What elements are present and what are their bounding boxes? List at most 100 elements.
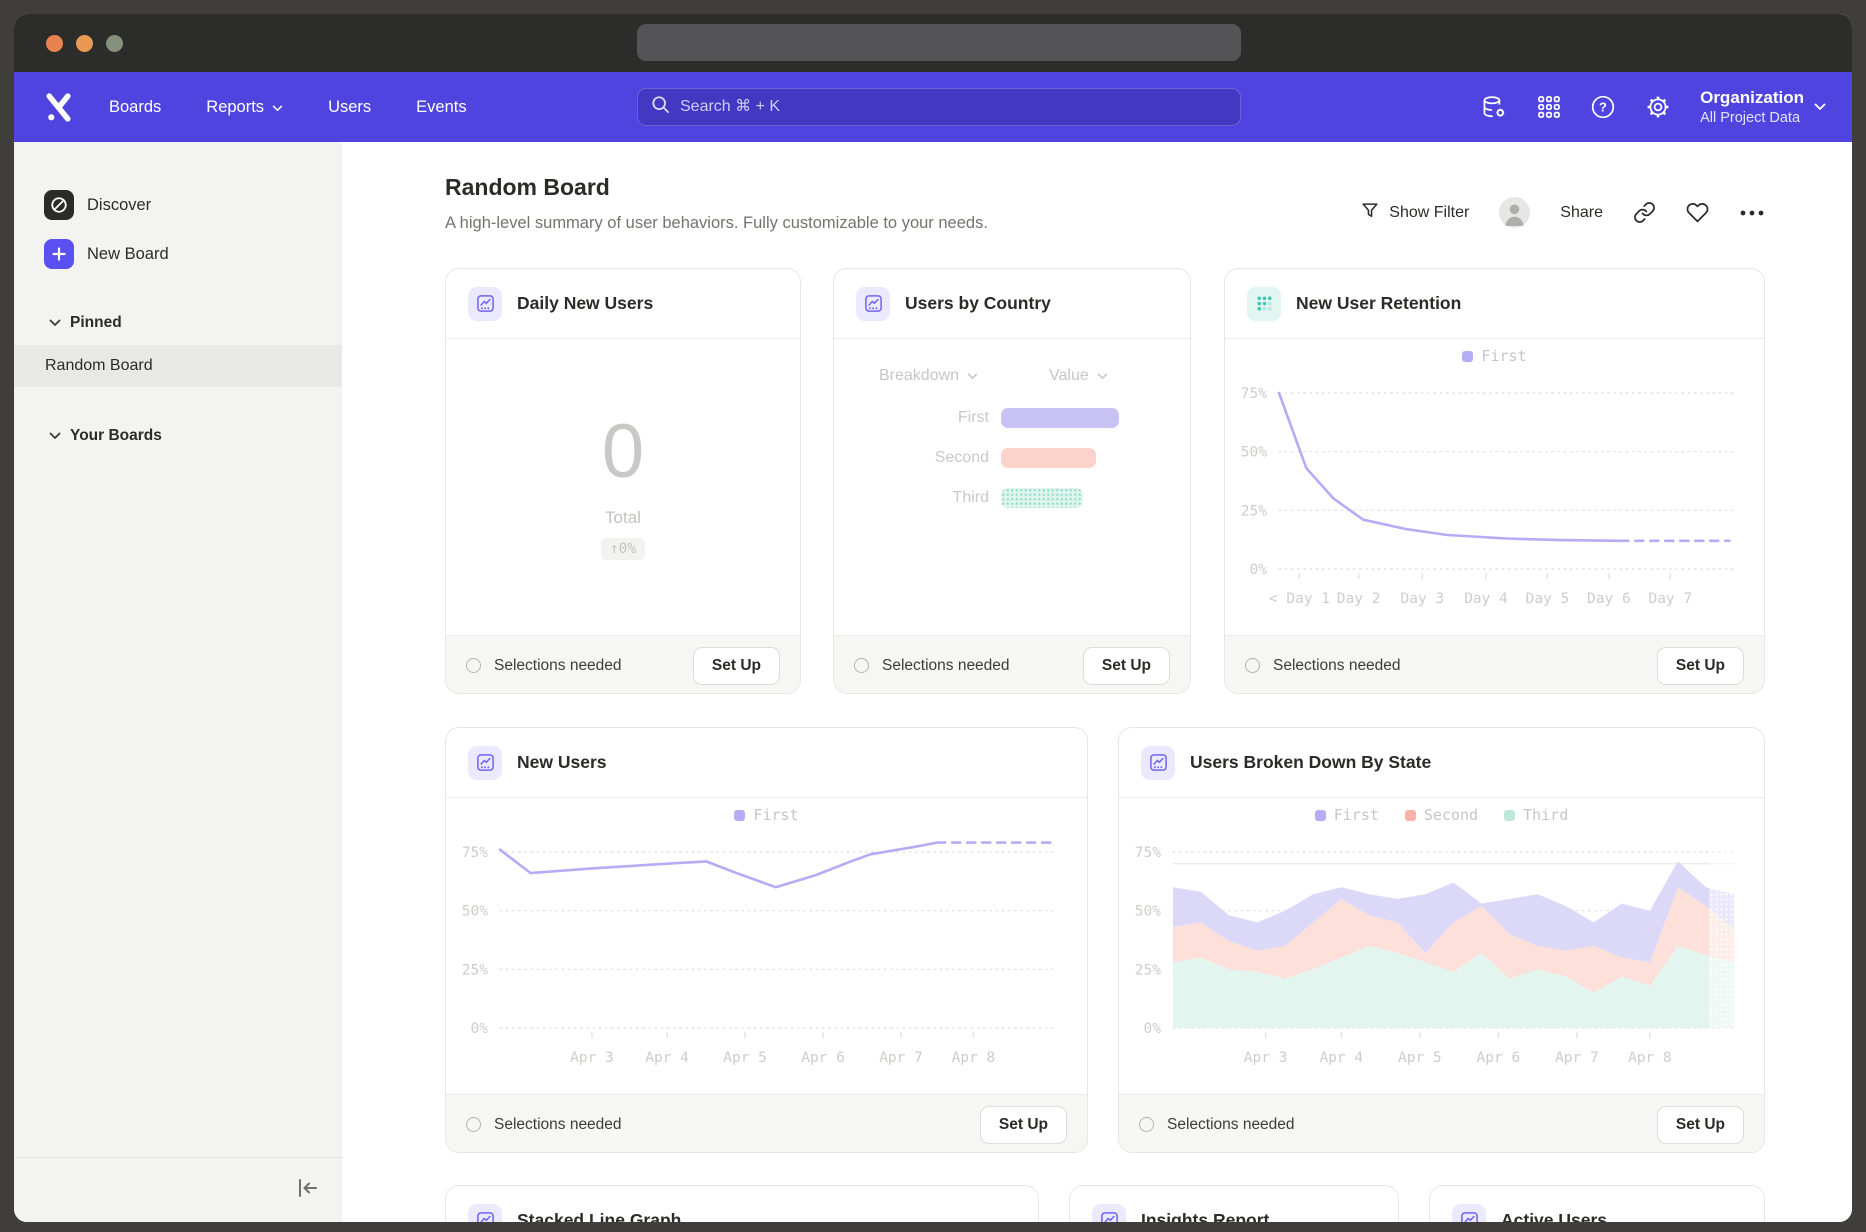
minimize-button[interactable] xyxy=(76,35,93,52)
nav-item-boards[interactable]: Boards xyxy=(109,98,161,117)
sidebar-divider xyxy=(14,1157,342,1158)
board-label: Random Board xyxy=(45,357,153,375)
card-insights-report: Insights Report xyxy=(1069,1185,1399,1222)
svg-text:50%: 50% xyxy=(1241,445,1267,461)
org-name: Organization xyxy=(1700,87,1804,108)
legend-swatch xyxy=(1315,810,1326,821)
set-up-button[interactable]: Set Up xyxy=(1657,647,1744,685)
app-window: Boards Reports Users Events xyxy=(14,14,1852,1222)
svg-text:Apr 7: Apr 7 xyxy=(879,1050,923,1066)
nav-item-reports[interactable]: Reports xyxy=(206,98,283,117)
show-filter-button[interactable]: Show Filter xyxy=(1360,200,1469,225)
chevron-down-icon xyxy=(1814,98,1826,116)
legend-item[interactable]: First xyxy=(734,806,798,824)
svg-text:25%: 25% xyxy=(1135,962,1161,978)
card-header: New Users xyxy=(446,728,1087,798)
legend-item[interactable]: First xyxy=(1462,347,1526,365)
card-header: Stacked Line Graph xyxy=(446,1186,1038,1222)
breakdown-label: Second xyxy=(834,449,1001,467)
set-up-button[interactable]: Set Up xyxy=(1083,647,1170,685)
copy-link-icon[interactable] xyxy=(1633,201,1656,224)
avatar[interactable] xyxy=(1499,197,1530,228)
card-footer: Selections needed Set Up xyxy=(1225,635,1764,694)
svg-text:50%: 50% xyxy=(1135,904,1161,920)
sidebar-section-pinned[interactable]: Pinned xyxy=(49,314,342,332)
retention-chart: First75%50%25%0%< Day 1Day 2Day 3Day 4Da… xyxy=(1225,339,1764,635)
legend-item[interactable]: First xyxy=(1315,806,1379,824)
card-title: Stacked Line Graph xyxy=(517,1210,681,1222)
zoom-button[interactable] xyxy=(106,35,123,52)
sidebar-item-label: Discover xyxy=(87,196,151,215)
card-title: New User Retention xyxy=(1296,293,1461,314)
svg-text:Apr 3: Apr 3 xyxy=(1244,1050,1288,1066)
svg-text:Day 3: Day 3 xyxy=(1400,591,1444,607)
org-switcher[interactable]: Organization All Project Data xyxy=(1700,87,1826,126)
search-input[interactable] xyxy=(680,98,1227,116)
favorite-heart-icon[interactable] xyxy=(1686,201,1709,224)
svg-text:Apr 6: Apr 6 xyxy=(801,1050,845,1066)
card-title: New Users xyxy=(517,752,607,773)
status-text: Selections needed xyxy=(466,1116,622,1134)
value-bar xyxy=(1001,408,1119,428)
value-column-header[interactable]: Value xyxy=(1049,367,1108,385)
share-button[interactable]: Share xyxy=(1560,204,1603,222)
metric-value: 0 xyxy=(602,414,644,490)
metric-label: Total xyxy=(605,508,641,528)
set-up-button[interactable]: Set Up xyxy=(1657,1106,1744,1144)
url-bar[interactable] xyxy=(637,24,1241,61)
legend-swatch xyxy=(1462,351,1473,362)
discover-compass-icon xyxy=(44,190,74,220)
card-title: Users Broken Down By State xyxy=(1190,752,1431,773)
help-icon[interactable]: ? xyxy=(1590,94,1616,120)
svg-text:25%: 25% xyxy=(1241,503,1267,519)
svg-text:0%: 0% xyxy=(471,1021,489,1037)
top-nav: Boards Reports Users Events xyxy=(14,72,1852,142)
set-up-button[interactable]: Set Up xyxy=(980,1106,1067,1144)
card-title: Daily New Users xyxy=(517,293,653,314)
legend-swatch xyxy=(1405,810,1416,821)
data-management-icon[interactable] xyxy=(1481,95,1508,120)
card-title: Users by Country xyxy=(905,293,1051,314)
svg-text:?: ? xyxy=(1599,100,1607,115)
apps-grid-icon[interactable] xyxy=(1537,95,1561,119)
card-body: Breakdown Value FirstSecondThird xyxy=(834,339,1190,635)
status-text: Selections needed xyxy=(466,657,622,675)
nav-item-users[interactable]: Users xyxy=(328,98,371,117)
chart-legend: First xyxy=(446,798,1087,832)
sidebar-item-discover[interactable]: Discover xyxy=(44,188,342,222)
sidebar-board-random-board[interactable]: Random Board xyxy=(14,345,342,387)
org-project: All Project Data xyxy=(1700,109,1804,127)
sidebar-item-new-board[interactable]: New Board xyxy=(44,237,342,271)
card-title: Active Users xyxy=(1501,1210,1607,1222)
more-options-icon[interactable] xyxy=(1739,209,1765,217)
page-title: Random Board xyxy=(445,174,610,201)
sidebar-collapse-icon[interactable] xyxy=(294,1176,320,1200)
set-up-button[interactable]: Set Up xyxy=(693,647,780,685)
svg-text:75%: 75% xyxy=(462,845,488,861)
sidebar-section-your-boards[interactable]: Your Boards xyxy=(49,427,342,445)
chart-svg: 75%50%25%0%< Day 1Day 2Day 3Day 4Day 5Da… xyxy=(1225,373,1765,635)
legend-item[interactable]: Third xyxy=(1504,806,1568,824)
sidebar-item-label: New Board xyxy=(87,245,169,264)
svg-text:25%: 25% xyxy=(462,962,488,978)
chart-svg: 75%50%25%0%Apr 3Apr 4Apr 5Apr 6Apr 7Apr … xyxy=(1119,832,1765,1094)
svg-text:Apr 7: Apr 7 xyxy=(1555,1050,1599,1066)
line-chart-icon xyxy=(468,746,502,780)
legend-item[interactable]: Second xyxy=(1405,806,1478,824)
chart-svg: 75%50%25%0%Apr 3Apr 4Apr 5Apr 6Apr 7Apr … xyxy=(446,832,1088,1094)
card-header: New User Retention xyxy=(1225,269,1764,339)
board-actions: Show Filter Share xyxy=(1360,197,1765,228)
card-users-by-country: Users by Country Breakdown Value xyxy=(833,268,1191,694)
close-button[interactable] xyxy=(46,35,63,52)
breakdown-column-header[interactable]: Breakdown xyxy=(879,367,978,385)
settings-gear-icon[interactable] xyxy=(1645,94,1671,120)
svg-text:Apr 5: Apr 5 xyxy=(723,1050,767,1066)
global-search[interactable] xyxy=(637,88,1241,126)
legend-swatch xyxy=(1504,810,1515,821)
nav-item-events[interactable]: Events xyxy=(416,98,466,117)
card-new-user-retention: New User Retention First75%50%25%0%< Day… xyxy=(1224,268,1765,694)
mixpanel-logo-icon[interactable] xyxy=(42,91,75,124)
svg-text:Day 2: Day 2 xyxy=(1337,591,1381,607)
status-text: Selections needed xyxy=(1139,1116,1295,1134)
section-label: Your Boards xyxy=(70,427,162,445)
